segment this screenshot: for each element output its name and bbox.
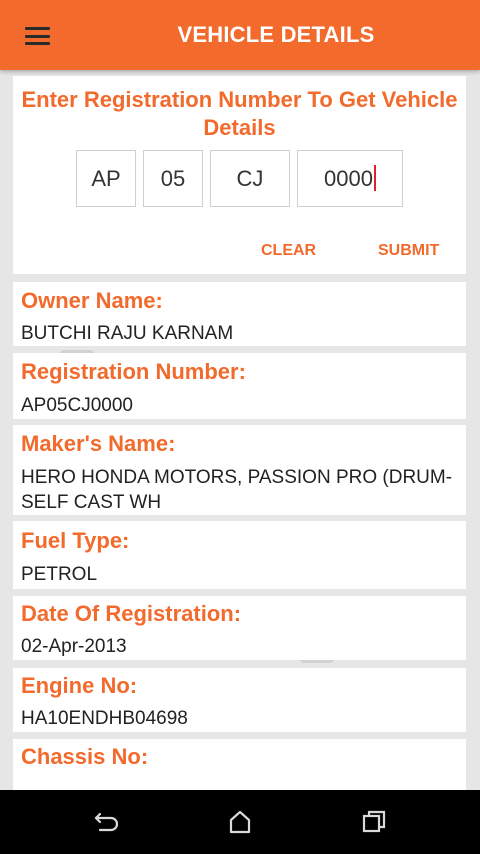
registration-search-card: Enter Registration Number To Get Vehicle… <box>13 76 466 274</box>
home-icon[interactable] <box>220 807 260 837</box>
detail-card-chassis-no: Chassis No: <box>13 739 466 790</box>
detail-value: HERO HONDA MOTORS, PASSION PRO (DRUM-SEL… <box>21 467 453 513</box>
detail-card-registration-number: Registration Number: AP05CJ0000 <box>13 353 466 419</box>
detail-value: BUTCHI RAJU KARNAM <box>21 323 234 344</box>
text-cursor <box>373 165 376 192</box>
detail-card-fuel-type: Fuel Type: PETROL <box>13 521 466 589</box>
detail-label: Maker's Name: <box>21 431 176 456</box>
detail-value: 02-Apr-2013 <box>21 636 127 657</box>
detail-label: Owner Name: <box>21 288 163 313</box>
app-bar: VEHICLE DETAILS <box>0 0 480 70</box>
series-code-input[interactable]: CJ <box>210 150 290 207</box>
detail-label: Date Of Registration: <box>21 601 242 626</box>
detail-label: Chassis No: <box>21 744 149 769</box>
registration-number-input[interactable]: 0000 <box>297 150 403 207</box>
detail-card-owner-name: Owner Name: BUTCHI RAJU KARNAM <box>13 282 466 346</box>
detail-card-engine-no: Engine No: HA10ENDHB04698 <box>13 668 466 732</box>
detail-value: PETROL <box>21 564 98 585</box>
detail-card-makers-name: Maker's Name: HERO HONDA MOTORS, PASSION… <box>13 425 466 515</box>
page-title: VEHICLE DETAILS <box>177 22 375 47</box>
detail-card-date-of-registration: Date Of Registration: 02-Apr-2013 <box>13 596 466 660</box>
back-icon[interactable] <box>86 807 126 837</box>
state-code-input[interactable]: AP <box>76 150 136 207</box>
search-prompt: Enter Registration Number To Get Vehicle… <box>21 87 458 140</box>
hamburger-menu-icon[interactable] <box>25 27 50 45</box>
system-navigation-bar <box>0 790 480 854</box>
clear-button[interactable]: CLEAR <box>261 242 316 260</box>
detail-label: Engine No: <box>21 673 138 698</box>
detail-value: HA10ENDHB04698 <box>21 708 188 729</box>
district-code-input[interactable]: 05 <box>143 150 203 207</box>
registration-number-value: 0000 <box>324 166 373 191</box>
recents-icon[interactable] <box>354 807 394 837</box>
submit-button[interactable]: SUBMIT <box>378 242 439 260</box>
detail-label: Fuel Type: <box>21 528 130 553</box>
detail-value: AP05CJ0000 <box>21 395 133 416</box>
detail-label: Registration Number: <box>21 359 246 384</box>
